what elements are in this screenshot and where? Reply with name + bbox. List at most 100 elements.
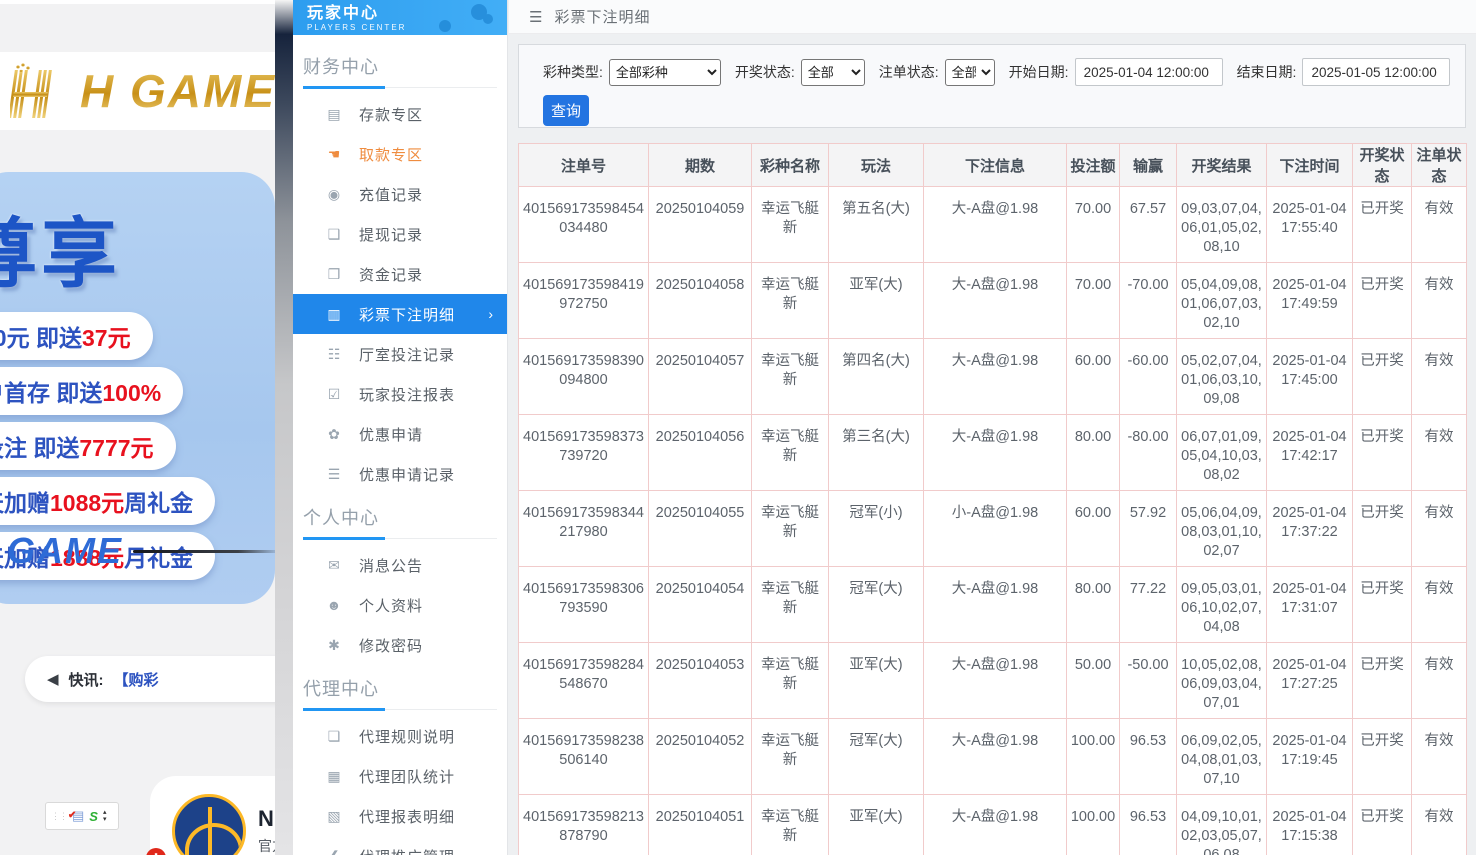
table-cell: 96.53 — [1120, 719, 1177, 795]
sidebar-item-代理团队统计[interactable]: ▦代理团队统计 — [293, 756, 507, 796]
filter-label: 结束日期: — [1237, 62, 1297, 82]
promo-brand: H GAME — [0, 530, 275, 572]
drag-handle-icon[interactable]: ⋮⋮ — [51, 811, 67, 822]
promo-pill-text: 周礼金 — [124, 490, 193, 516]
sidebar-item-label: 取款专区 — [359, 144, 423, 165]
draw-status-select[interactable]: 全部 — [801, 59, 865, 86]
table-cell: 已开奖 — [1353, 643, 1412, 719]
table-cell: 幸运飞艇新 — [752, 339, 829, 415]
agent-report-icon: ▧ — [325, 808, 343, 825]
extension-widget[interactable]: ⋮⋮ ▤✔ S ▴▾ — [45, 802, 119, 830]
moneybag-icon: ◉ — [325, 186, 343, 203]
note-check-icon[interactable]: ▤✔ — [72, 808, 84, 824]
page-edge-shadow — [275, 0, 293, 855]
sidebar-item-优惠申请[interactable]: ✿优惠申请 — [293, 414, 507, 454]
sidebar-item-提现记录[interactable]: ❑提现记录 — [293, 214, 507, 254]
table-cell: -70.00 — [1120, 263, 1177, 339]
table-row: 40156917359837373972020250104056幸运飞艇新第三名… — [519, 415, 1467, 491]
table-cell: 20250104056 — [649, 415, 752, 491]
table-cell: 亚军(大) — [829, 643, 924, 719]
gamepad-icon — [437, 2, 493, 32]
table-cell: 70.00 — [1067, 263, 1120, 339]
collapse-arrows-icon[interactable]: ▴▾ — [103, 809, 107, 823]
sidebar-section-items: ▤存款专区☚取款专区◉充值记录❑提现记录❒资金记录▥彩票下注明细›☷厅室投注记录… — [293, 94, 507, 494]
sidebar-item-彩票下注明细[interactable]: ▥彩票下注明细› — [293, 294, 507, 334]
table-cell: 幸运飞艇新 — [752, 263, 829, 339]
table-row: 40156917359821387879020250104051幸运飞艇新亚军(… — [519, 795, 1467, 855]
table-cell: 已开奖 — [1353, 567, 1412, 643]
green-s-icon[interactable]: S — [89, 809, 98, 824]
sidebar-item-label: 消息公告 — [359, 555, 423, 576]
table-row: 40156917359845403448020250104059幸运飞艇新第五名… — [519, 187, 1467, 263]
promo-banner[interactable]: 尊享 60元 即送37元户首存 即送100%投注 即送7777元天加赠1088元… — [0, 172, 275, 604]
sidebar-item-代理规则说明[interactable]: ❏代理规则说明 — [293, 716, 507, 756]
table-cell: 2025-01-04 17:15:38 — [1267, 795, 1353, 855]
table-cell: 2025-01-04 17:27:25 — [1267, 643, 1353, 719]
column-header: 开奖结果 — [1177, 144, 1267, 187]
table-cell: 96.53 — [1120, 795, 1177, 855]
table-cell: 亚军(大) — [829, 263, 924, 339]
table-row: 40156917359823850614020250104052幸运飞艇新冠军(… — [519, 719, 1467, 795]
sidebar-item-资金记录[interactable]: ❒资金记录 — [293, 254, 507, 294]
table-cell: -60.00 — [1120, 339, 1177, 415]
sidebar-section-title: 个人中心 — [303, 504, 497, 539]
column-header: 开奖状态 — [1353, 144, 1412, 187]
table-cell: -80.00 — [1120, 415, 1177, 491]
table-cell: 60.00 — [1067, 491, 1120, 567]
sidebar-item-label: 彩票下注明细 — [359, 304, 455, 325]
sidebar-item-厅室投注记录[interactable]: ☷厅室投注记录 — [293, 334, 507, 374]
table-cell: 20250104055 — [649, 491, 752, 567]
start-date-input[interactable] — [1075, 58, 1223, 86]
table-cell: 20250104059 — [649, 187, 752, 263]
sidebar-item-修改密码[interactable]: ✱修改密码 — [293, 625, 507, 665]
bell-icon: ✉ — [325, 557, 343, 574]
sidebar-item-消息公告[interactable]: ✉ 消息公告 — [293, 545, 507, 585]
sidebar-item-代理推广管理[interactable]: ❮代理推广管理 — [293, 836, 507, 855]
news-ticker[interactable]: ◀ 快讯: 【购彩 — [25, 656, 293, 702]
table-cell: 幸运飞艇新 — [752, 719, 829, 795]
table-cell: 05,02,07,04,01,06,03,10,09,08 — [1177, 339, 1267, 415]
table-cell: 100.00 — [1067, 719, 1120, 795]
nba-card[interactable]: NBA 官方 — [150, 776, 293, 855]
table-cell: 401569173598344217980 — [519, 491, 649, 567]
sidebar-item-存款专区[interactable]: ▤存款专区 — [293, 94, 507, 134]
order-status-select[interactable]: 全部 — [945, 59, 995, 86]
query-button[interactable]: 查询 — [543, 95, 589, 126]
promo-pill-text: 37元 — [82, 325, 131, 351]
table-row: 40156917359830679359020250104054幸运飞艇新冠军(… — [519, 567, 1467, 643]
table-cell: 04,09,10,01,02,03,05,07,06,08 — [1177, 795, 1267, 855]
promo-gift-icon: ✿ — [325, 426, 343, 443]
lottery-type-select[interactable]: 全部彩种 — [609, 59, 721, 86]
table-cell: 20250104051 — [649, 795, 752, 855]
filter-label: 开始日期: — [1009, 62, 1069, 82]
sidebar-item-label: 玩家投注报表 — [359, 384, 455, 405]
table-cell: 大-A盘@1.98 — [924, 263, 1067, 339]
sidebar-item-代理报表明细[interactable]: ▧代理报表明细 — [293, 796, 507, 836]
sidebar-item-充值记录[interactable]: ◉充值记录 — [293, 174, 507, 214]
table-cell: 小-A盘@1.98 — [924, 491, 1067, 567]
sidebar-item-个人资料[interactable]: ☻个人资料 — [293, 585, 507, 625]
content-topbar: ☰ 彩票下注明细 — [509, 0, 1476, 34]
column-header: 下注时间 — [1267, 144, 1353, 187]
table-cell: 67.57 — [1120, 187, 1177, 263]
sidebar-item-label: 资金记录 — [359, 264, 423, 285]
sidebar-item-优惠申请记录[interactable]: ☰优惠申请记录 — [293, 454, 507, 494]
end-date-input[interactable] — [1302, 58, 1450, 86]
column-header: 彩种名称 — [752, 144, 829, 187]
hamburger-icon[interactable]: ☰ — [529, 8, 542, 26]
ticker-text: 【购彩 — [114, 669, 159, 690]
promo-pill-text: 户首存 即送 — [0, 380, 102, 406]
sidebar-item-玩家投注报表[interactable]: ☑玩家投注报表 — [293, 374, 507, 414]
sidebar-section-items: ❏代理规则说明▦代理团队统计▧代理报表明细❮代理推广管理 — [293, 716, 507, 855]
sidebar-item-label: 代理团队统计 — [359, 766, 455, 787]
speaker-icon: ◀ — [47, 670, 59, 688]
sidebar-item-取款专区[interactable]: ☚取款专区 — [293, 134, 507, 174]
site-logo[interactable]: H GAME — [10, 62, 276, 120]
filter-label: 开奖状态: — [735, 62, 795, 82]
promo-pill: 天加赠1088元周礼金 — [0, 477, 215, 525]
table-cell: 亚军(大) — [829, 795, 924, 855]
table-cell: 大-A盘@1.98 — [924, 339, 1067, 415]
table-cell: 401569173598238506140 — [519, 719, 649, 795]
chevron-right-icon: › — [488, 306, 493, 322]
table-row: 40156917359841997275020250104058幸运飞艇新亚军(… — [519, 263, 1467, 339]
